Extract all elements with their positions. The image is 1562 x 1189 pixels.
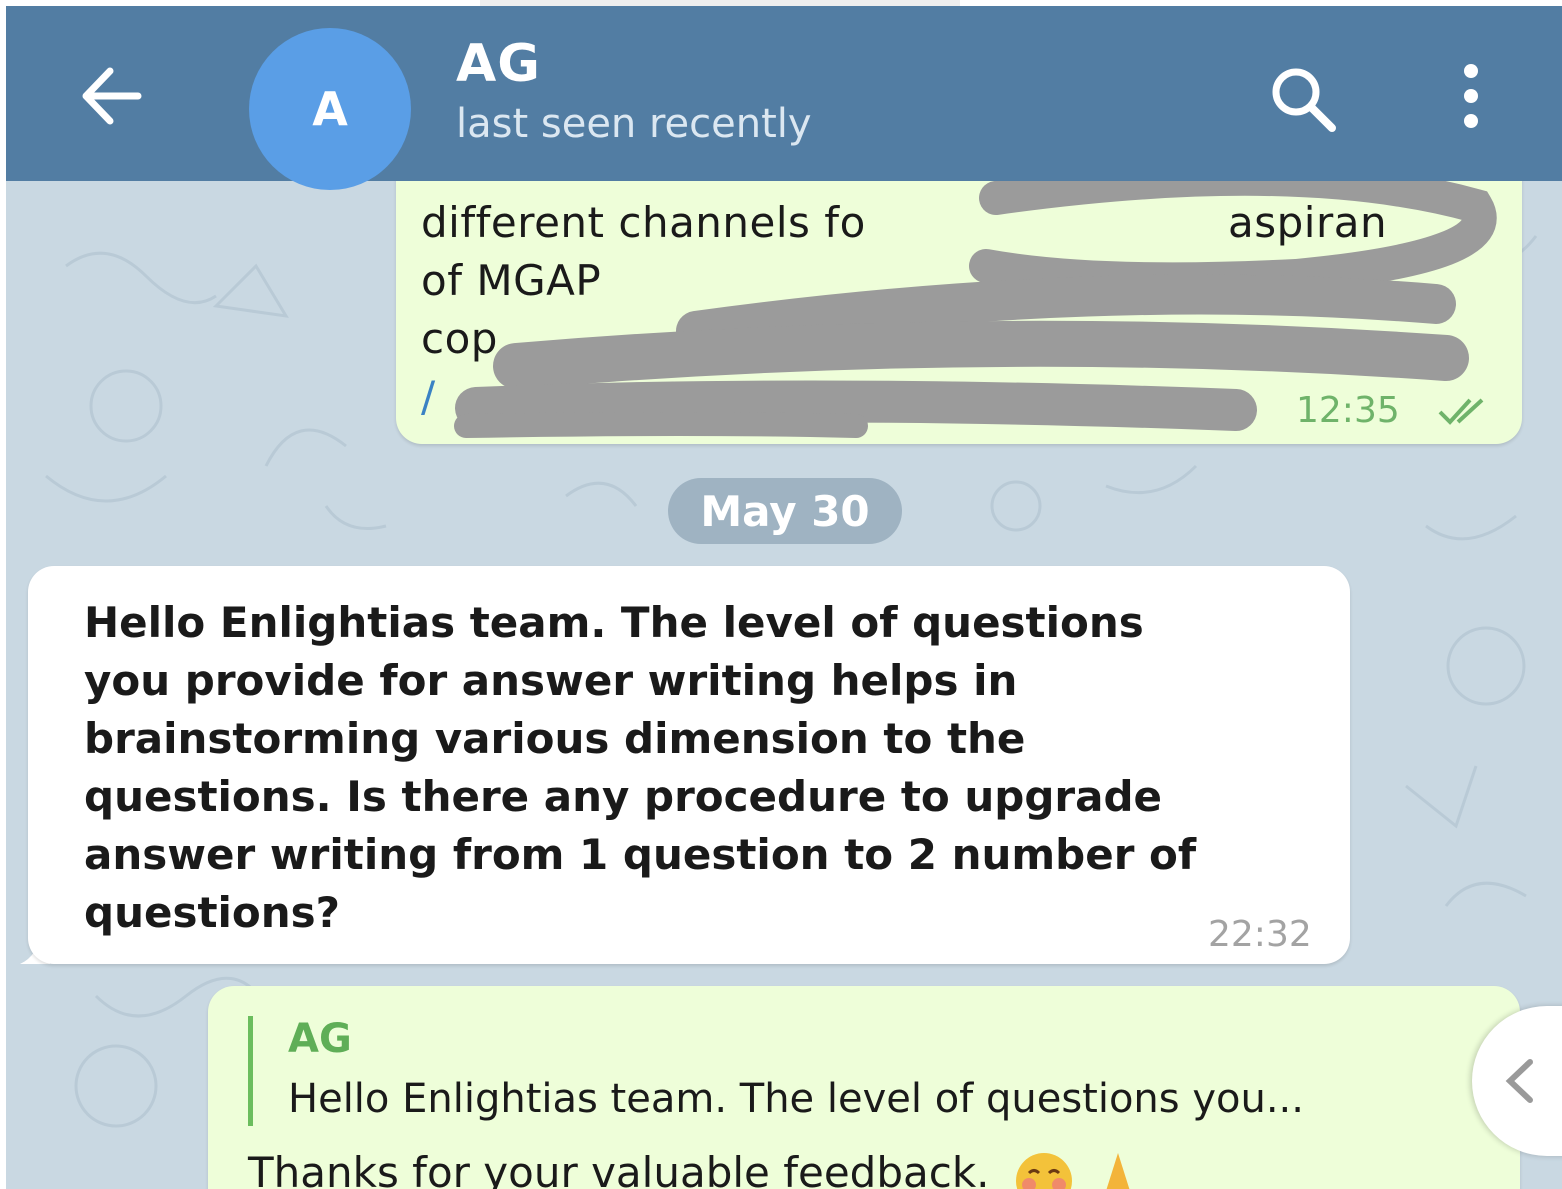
date-separator: May 30 — [668, 478, 902, 544]
message-text: Thanks for your valuable feedback. — [248, 1148, 1138, 1189]
reply-author[interactable]: AG — [288, 1016, 352, 1062]
chat-screen: different channels fo of MGAP cop / aspi… — [6, 6, 1562, 1189]
reply-quote-bar — [248, 1016, 253, 1126]
avatar[interactable]: A — [249, 28, 411, 190]
blushing-face-emoji-icon — [1015, 1152, 1072, 1189]
message-text: Hello Enlightias team. The level of ques… — [84, 598, 1197, 937]
reply-preview-text[interactable]: Hello Enlightias team. The level of ques… — [288, 1076, 1304, 1122]
chat-header: A AG last seen recently — [6, 6, 1562, 190]
message-time: 22:32 — [1208, 914, 1312, 955]
more-vertical-icon[interactable] — [1451, 61, 1491, 131]
chat-title[interactable]: AG — [456, 34, 541, 94]
folded-hands-emoji-icon — [1106, 1152, 1130, 1189]
message-bubble-incoming[interactable]: Hello Enlightias team. The level of ques… — [28, 566, 1350, 964]
chevron-left-icon — [1505, 1059, 1533, 1103]
back-arrow-icon[interactable] — [76, 61, 146, 131]
double-check-icon — [1438, 398, 1484, 425]
search-icon[interactable] — [1268, 64, 1338, 134]
message-time: 12:35 — [1296, 390, 1400, 431]
message-bubble-outgoing-reply[interactable]: AG Hello Enlightias team. The level of q… — [208, 986, 1520, 1189]
chat-status: last seen recently — [456, 101, 812, 147]
